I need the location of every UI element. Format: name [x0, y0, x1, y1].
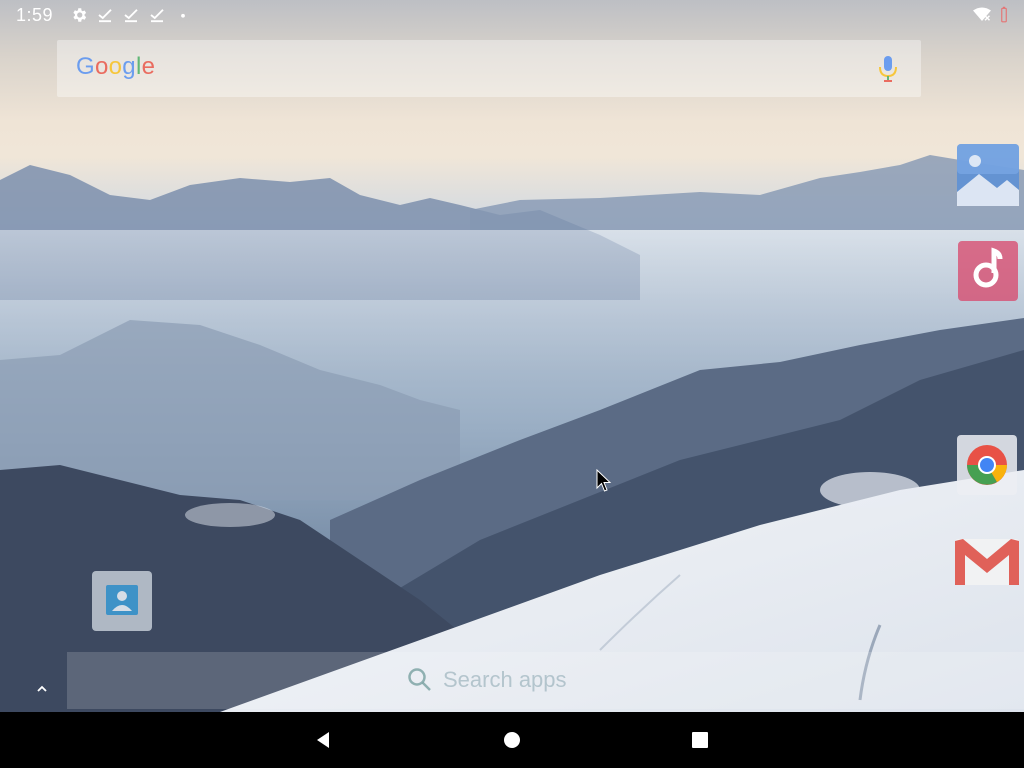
mountain-landscape [0, 155, 1024, 712]
contacts-icon [92, 571, 152, 631]
settings-icon [73, 8, 87, 22]
recents-button[interactable] [689, 729, 711, 751]
download-done-icon [150, 9, 164, 23]
battery-empty-icon [1001, 6, 1007, 23]
chrome-icon [957, 435, 1017, 495]
google-logo-letter: e [141, 53, 156, 80]
home-button[interactable] [501, 729, 523, 751]
music-app-icon[interactable] [958, 241, 1020, 303]
google-logo-letter: g [122, 53, 136, 80]
status-time: 1:59 [16, 5, 54, 25]
download-done-icon [124, 9, 138, 23]
gmail-icon [955, 539, 1019, 585]
navigation-bar [0, 712, 1024, 768]
wallpaper [0, 0, 1024, 712]
search-apps-placeholder: Search apps [443, 667, 567, 692]
search-apps-bar[interactable]: Search apps [67, 652, 1024, 709]
google-logo-letter: G [76, 53, 95, 80]
google-logo-letter: o [94, 53, 109, 80]
mic-icon[interactable] [877, 55, 899, 83]
google-search-bar[interactable]: Google [57, 40, 921, 97]
chevron-up-icon[interactable] [33, 680, 51, 698]
google-logo-letter: o [108, 53, 123, 80]
gmail-app-icon[interactable] [953, 531, 1019, 593]
chrome-app-icon[interactable] [957, 435, 1019, 497]
music-icon [958, 241, 1018, 301]
contacts-app-icon[interactable] [92, 571, 152, 631]
download-done-icon [98, 9, 112, 23]
google-logo: Google [76, 53, 155, 81]
wifi-off-icon [973, 7, 991, 21]
dot-icon [181, 13, 185, 18]
mouse-cursor-icon [596, 469, 612, 492]
status-bar: 1:59 [0, 0, 1024, 30]
back-button[interactable] [313, 729, 335, 751]
gallery-icon [957, 144, 1019, 206]
search-icon [408, 668, 431, 691]
gallery-app-icon[interactable] [957, 144, 1019, 206]
